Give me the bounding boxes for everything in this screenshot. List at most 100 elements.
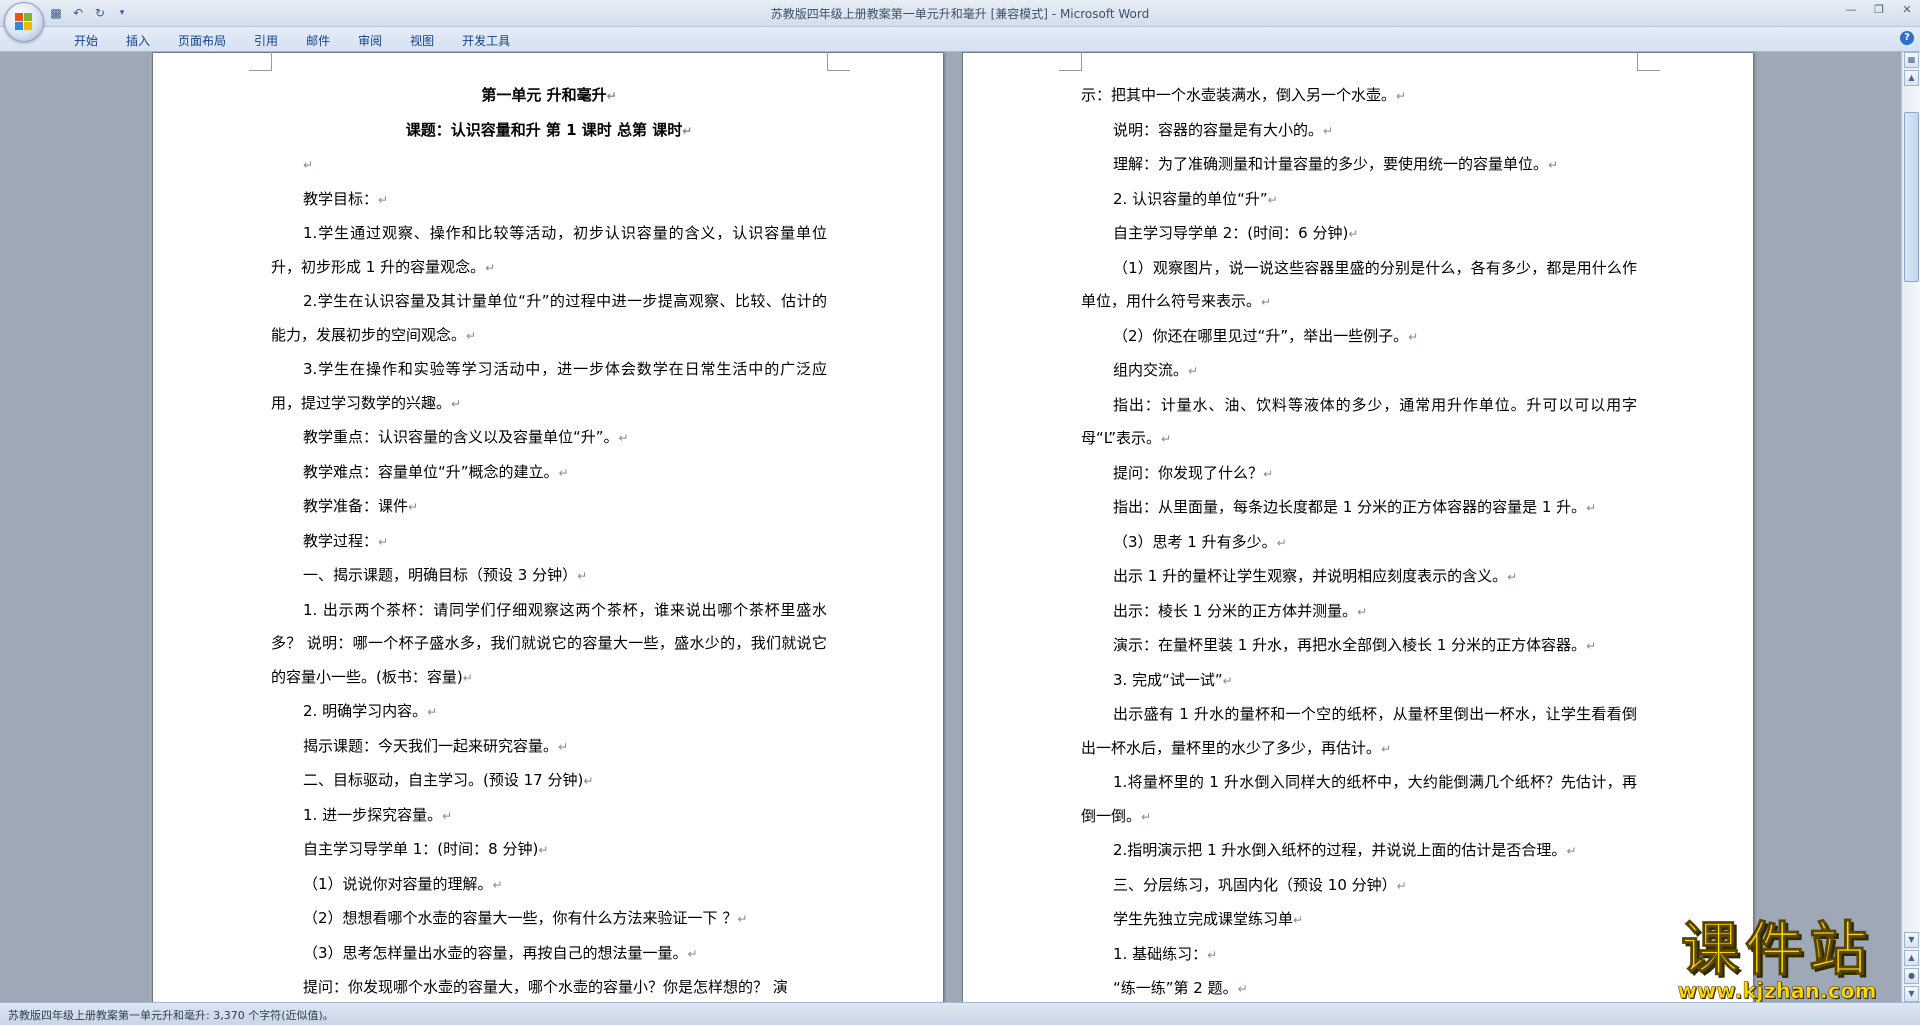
paragraph[interactable]: （3）思考怎样量出水壶的容量，再按自己的想法量一量。↵ [271, 937, 827, 972]
paragraph-text: 教学难点：容量单位“升”概念的建立。 [303, 462, 559, 481]
select-browse-object-icon[interactable]: ● [1904, 968, 1919, 984]
paragraph[interactable]: 课题：认识容量和升 第 1 课时 总第 课时↵ [271, 114, 827, 149]
restore-icon[interactable]: ❐ [1870, 2, 1888, 18]
paragraph-mark-icon: ↵ [1381, 741, 1392, 756]
paragraph[interactable]: 出示：棱长 1 分米的正方体并测量。↵ [1081, 595, 1637, 630]
paragraph[interactable]: （2）你还在哪里见过“升”，举出一些例子。↵ [1081, 320, 1637, 355]
paragraph[interactable]: 2. 认识容量的单位“升”↵ [1081, 183, 1637, 218]
paragraph[interactable]: （1）观察图片，说一说这些容器里盛的分别是什么，各有多少，都是用什么作单位，用什… [1081, 252, 1637, 320]
paragraph[interactable]: 1. 进一步探究容量。↵ [271, 799, 827, 834]
paragraph-text: 提问：你发现了什么？ [1113, 463, 1264, 482]
paragraph[interactable]: 3. 完成“试一试”↵ [1081, 664, 1637, 699]
paragraph-text: 二、目标驱动，自主学习。(预设 17 分钟) [303, 771, 584, 789]
paragraph[interactable]: 三、分层练习，巩固内化（预设 10 分钟）↵ [1081, 869, 1637, 904]
paragraph[interactable]: （2）想想看哪个水壶的容量大一些，你有什么方法来验证一下 ？↵ [271, 902, 827, 937]
paragraph[interactable]: 教学难点：容量单位“升”概念的建立。↵ [271, 456, 827, 491]
paragraph[interactable]: 教学准备：课件↵ [271, 490, 827, 525]
paragraph-text: （2）你还在哪里见过“升”，举出一些例子。 [1113, 326, 1409, 345]
paragraph-mark-icon: ↵ [1408, 329, 1419, 344]
paragraph[interactable]: （1）说说你对容量的理解。↵ [271, 868, 827, 903]
paragraph[interactable]: 2.指明演示把 1 升水倒入纸杯的过程，并说说上面的估计是否合理。↵ [1081, 834, 1637, 869]
paragraph[interactable]: 学生先独立完成课堂练习单↵ [1081, 903, 1637, 938]
document-page-left[interactable]: 第一单元 升和毫升↵ 课题：认识容量和升 第 1 课时 总第 课时↵ ↵ 教学目标：↵… [152, 52, 944, 1003]
tab-view[interactable]: 视图 [398, 30, 446, 51]
paragraph[interactable]: 提问：你发现了什么？↵ [1081, 457, 1637, 492]
paragraph-text: “练一练”第 2 题。 [1113, 979, 1238, 997]
tab-mailings[interactable]: 邮件 [294, 30, 342, 51]
crop-mark [1059, 52, 1082, 71]
paragraph-text: 演示：在量杯里装 1 升水，再把水全部倒入棱长 1 分米的正方体容器。 [1113, 636, 1587, 654]
paragraph[interactable]: 教学重点：认识容量的含义以及容量单位“升”。↵ [271, 421, 827, 456]
paragraph[interactable]: 一、揭示课题，明确目标（预设 3 分钟）↵ [271, 559, 827, 594]
scroll-thumb[interactable] [1904, 112, 1919, 282]
document-page-right[interactable]: 示：把其中一个水壶装满水，倒入另一个水壶。↵ 说明：容器的容量是有大小的。↵ 理解：… [962, 52, 1754, 1003]
paragraph-text: 出示盛有 1 升水的量杯和一个空的纸杯，从量杯里倒出一杯水，让学生看看倒出一杯水… [1081, 705, 1637, 757]
paragraph[interactable]: 1.学生通过观察、操作和比较等活动，初步认识容量的含义，认识容量单位升，初步形成… [271, 217, 827, 285]
vertical-scrollbar[interactable]: ▦ ▲ ▼ ▲ ● ▼ [1901, 52, 1920, 1003]
paragraph[interactable]: “练一练”第 2 题。↵ [1081, 972, 1637, 1003]
next-page-icon[interactable]: ▼ [1904, 986, 1919, 1002]
tab-page-layout[interactable]: 页面布局 [166, 30, 238, 51]
close-icon[interactable]: ✕ [1898, 2, 1916, 18]
paragraph-text: 3.学生在操作和实验等学习活动中，进一步体会数学在日常生活中的广泛应用，提过学习… [271, 360, 827, 412]
paragraph-text: 1. 出示两个茶杯：请同学们仔细观察这两个茶杯，谁来说出哪个茶杯里盛水多？ 说明… [271, 600, 827, 686]
paragraph[interactable]: 自主学习导学单 2：(时间：6 分钟)↵ [1081, 217, 1637, 252]
paragraph[interactable]: 指出：计量水、油、饮料等液体的多少，通常用升作单位。升可以可以用字母“L”表示。… [1081, 389, 1637, 457]
tab-home[interactable]: 开始 [62, 30, 110, 51]
paragraph[interactable]: 指出：从里面量，每条边长度都是 1 分米的正方体容器的容量是 1 升。↵ [1081, 491, 1637, 526]
minimize-icon[interactable]: — [1842, 2, 1860, 18]
status-bar: 苏教版四年级上册教案第一单元升和毫升: 3,370 个字符(近似值)。 [0, 1002, 1920, 1025]
paragraph[interactable]: 教学过程：↵ [271, 525, 827, 560]
tab-references[interactable]: 引用 [242, 30, 290, 51]
page-body-right[interactable]: 示：把其中一个水壶装满水，倒入另一个水壶。↵ 说明：容器的容量是有大小的。↵ 理解：… [1081, 79, 1637, 1003]
status-word-count[interactable]: 苏教版四年级上册教案第一单元升和毫升: 3,370 个字符(近似值)。 [8, 1007, 334, 1023]
paragraph[interactable]: 示：把其中一个水壶装满水，倒入另一个水壶。↵ [1081, 79, 1637, 114]
office-button[interactable] [4, 2, 44, 42]
tab-insert[interactable]: 插入 [114, 30, 162, 51]
paragraph[interactable]: （3）思考 1 升有多少。↵ [1081, 526, 1637, 561]
ruler-toggle-icon[interactable]: ▦ [1904, 52, 1919, 68]
paragraph-mark-icon: ↵ [1323, 123, 1334, 138]
paragraph-text: 2.指明演示把 1 升水倒入纸杯的过程，并说说上面的估计是否合理。 [1113, 841, 1567, 859]
help-icon[interactable]: ? [1900, 31, 1914, 45]
paragraph-text: 3. 完成“试一试” [1113, 670, 1223, 689]
paragraph-text: 教学目标： [303, 189, 379, 208]
paragraph[interactable]: 1. 出示两个茶杯：请同学们仔细观察这两个茶杯，谁来说出哪个茶杯里盛水多？ 说明… [271, 594, 827, 696]
paragraph[interactable]: 1.将量杯里的 1 升水倒入同样大的纸杯中，大约能倒满几个纸杯？先估计，再倒一倒… [1081, 766, 1637, 834]
paragraph[interactable]: 提问：你发现哪个水壶的容量大，哪个水壶的容量小？你是怎样想的？ 演 [271, 971, 827, 1003]
paragraph[interactable]: 第一单元 升和毫升↵ [271, 79, 827, 114]
paragraph[interactable]: 二、目标驱动，自主学习。(预设 17 分钟)↵ [271, 764, 827, 799]
paragraph[interactable]: 组内交流。↵ [1081, 354, 1637, 389]
watermark-url: www.kjzhan.com [1677, 979, 1877, 1004]
paragraph[interactable]: 自主学习导学单 1：(时间：8 分钟)↵ [271, 833, 827, 868]
paragraph-mark-icon: ↵ [682, 123, 693, 138]
paragraph[interactable]: 理解：为了准确测量和计量容量的多少，要使用统一的容量单位。↵ [1081, 148, 1637, 183]
paragraph[interactable]: 2.学生在认识容量及其计量单位“升”的过程中进一步提高观察、比较、估计的能力，发… [271, 285, 827, 353]
scroll-up-icon[interactable]: ▲ [1904, 70, 1919, 86]
tab-developer[interactable]: 开发工具 [450, 30, 522, 51]
paragraph[interactable]: 2. 明确学习内容。↵ [271, 695, 827, 730]
paragraph-mark-icon: ↵ [1261, 295, 1272, 309]
previous-page-icon[interactable]: ▲ [1904, 950, 1919, 966]
paragraph-text: 2. 认识容量的单位“升” [1113, 189, 1268, 208]
paragraph[interactable]: 1. 基础练习：↵ [1081, 938, 1637, 973]
paragraph-text: 学生先独立完成课堂练习单 [1113, 910, 1294, 928]
tab-review[interactable]: 审阅 [346, 30, 394, 51]
paragraph[interactable]: 揭示课题：今天我们一起来研究容量。↵ [271, 730, 827, 765]
paragraph[interactable]: ↵ [271, 148, 827, 183]
crop-mark [249, 52, 272, 71]
paragraph[interactable]: 出示 1 升的量杯让学生观察，并说明相应刻度表示的含义。↵ [1081, 560, 1637, 595]
paragraph-text: 教学过程： [303, 531, 379, 550]
paragraph[interactable]: 演示：在量杯里装 1 升水，再把水全部倒入棱长 1 分米的正方体容器。↵ [1081, 629, 1637, 664]
paragraph[interactable]: 说明：容器的容量是有大小的。↵ [1081, 114, 1637, 149]
paragraph-mark-icon: ↵ [303, 158, 314, 172]
paragraph[interactable]: 3.学生在操作和实验等学习活动中，进一步体会数学在日常生活中的广泛应用，提过学习… [271, 353, 827, 421]
title-bar: ▩ ↶ ↻ ▾ 苏教版四年级上册教案第一单元升和毫升 [兼容模式] - Micr… [0, 0, 1920, 42]
document-workspace[interactable]: 第一单元 升和毫升↵ 课题：认识容量和升 第 1 课时 总第 课时↵ ↵ 教学目标：↵… [0, 52, 1902, 1003]
page-body-left[interactable]: 第一单元 升和毫升↵ 课题：认识容量和升 第 1 课时 总第 课时↵ ↵ 教学目标：↵… [271, 79, 827, 1003]
paragraph-text: 1.将量杯里的 1 升水倒入同样大的纸杯中，大约能倒满几个纸杯？先估计，再倒一倒… [1081, 773, 1637, 825]
paragraph[interactable]: 出示盛有 1 升水的量杯和一个空的纸杯，从量杯里倒出一杯水，让学生看看倒出一杯水… [1081, 698, 1637, 766]
paragraph[interactable]: 教学目标：↵ [271, 183, 827, 218]
paragraph-text: （1）说说你对容量的理解。 [303, 874, 493, 893]
scroll-down-icon[interactable]: ▼ [1904, 932, 1919, 948]
